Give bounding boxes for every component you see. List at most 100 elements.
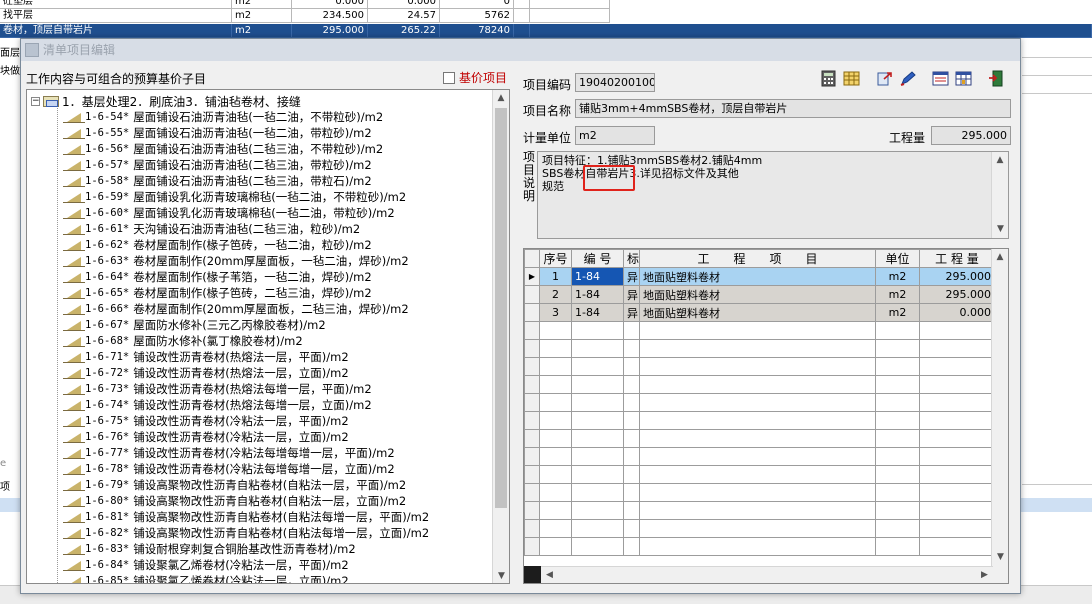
row-indicator-icon[interactable]: ▶ — [524, 267, 540, 286]
grid-cell[interactable] — [639, 339, 876, 358]
grid-cell[interactable] — [875, 357, 920, 376]
grid-cell-qty[interactable]: 295.000 — [919, 285, 995, 304]
grid-cell[interactable] — [919, 465, 995, 484]
grid-horizontal-scrollbar[interactable]: ◀ ▶ — [541, 566, 993, 583]
grid-cell[interactable] — [919, 537, 995, 556]
grid-cell[interactable] — [539, 393, 572, 412]
column-header-seq[interactable]: 序号 — [539, 249, 572, 268]
grid-cell[interactable] — [539, 501, 572, 520]
grid-cell[interactable] — [623, 537, 640, 556]
grid-cell[interactable] — [571, 537, 624, 556]
grid-cell[interactable] — [571, 429, 624, 448]
grid-cell-flag[interactable]: 异 — [623, 303, 640, 322]
row-indicator[interactable] — [524, 429, 540, 448]
grid-cell[interactable] — [919, 375, 995, 394]
background-row-selected[interactable]: 卷材，顶层自带岩片 m2 295.000 265.22 78240 — [0, 24, 1092, 38]
scroll-up-icon[interactable]: ▲ — [992, 152, 1008, 169]
scroll-down-icon[interactable]: ▼ — [992, 549, 1008, 566]
grid-cell-unit[interactable]: m2 — [875, 267, 920, 286]
grid-cell[interactable] — [623, 483, 640, 502]
tree-item[interactable]: 1-6-64* 卷材屋面制作(椽子苇箔，一毡二油，焊砂)/m2 — [63, 269, 372, 285]
background-checkbox[interactable] — [514, 0, 530, 9]
grid-cell[interactable] — [571, 501, 624, 520]
grid-cell[interactable] — [639, 411, 876, 430]
scroll-up-icon[interactable]: ▲ — [493, 90, 509, 107]
row-indicator-icon[interactable] — [524, 303, 540, 322]
tree-item[interactable]: 1-6-74* 铺设改性沥青卷材(热熔法每增一层，立面)/m2 — [63, 397, 372, 413]
grid-empty-row[interactable] — [524, 411, 995, 430]
tree-item[interactable]: 1-6-61* 天沟铺设石油沥青油毡(二毡三油，粒砂)/m2 — [63, 221, 360, 237]
grid-cell[interactable] — [919, 483, 995, 502]
grid-cell[interactable] — [539, 447, 572, 466]
grid-cell[interactable] — [571, 483, 624, 502]
grid-cell[interactable] — [571, 465, 624, 484]
tree-item[interactable]: 1-6-78* 铺设改性沥青卷材(冷粘法每增每增一层，立面)/m2 — [63, 461, 395, 477]
grid-empty-row[interactable] — [524, 429, 995, 448]
tree-item[interactable]: 1-6-82* 铺设高聚物改性沥青自粘卷材(自粘法每增一层，立面)/m2 — [63, 525, 429, 541]
budget-item-tree[interactable]: − 1．基层处理2．刷底油3．铺油毡卷材、接缝 1-6-54* 屋面铺设石油沥青油… — [26, 89, 510, 584]
grid-cell[interactable] — [639, 519, 876, 538]
grid-cell[interactable] — [875, 537, 920, 556]
grid-cell-item[interactable]: 地面贴塑料卷材 — [639, 303, 876, 322]
grid-cell[interactable] — [919, 519, 995, 538]
grid-cell[interactable] — [875, 501, 920, 520]
grid-cell[interactable] — [539, 357, 572, 376]
grid-empty-row[interactable] — [524, 519, 995, 538]
tree-item[interactable]: 1-6-77* 铺设改性沥青卷材(冷粘法每增每增一层，平面)/m2 — [63, 445, 395, 461]
grid-cell[interactable] — [571, 357, 624, 376]
grid-cell-qty[interactable]: 0.000 — [919, 303, 995, 322]
export-button[interactable] — [875, 69, 894, 88]
column-header-code[interactable]: 编 号 — [571, 249, 624, 268]
scroll-right-icon[interactable]: ▶ — [976, 567, 993, 583]
grid-cell[interactable] — [919, 411, 995, 430]
grid-cell[interactable] — [571, 393, 624, 412]
tree-item[interactable]: 1-6-84* 铺设聚氯乙烯卷材(冷粘法一层，平面)/m2 — [63, 557, 349, 573]
edit-pen-button[interactable] — [898, 69, 917, 88]
grid-row[interactable]: 3 1-84 异地面贴塑料卷材 m2 0.000 — [524, 303, 995, 322]
row-indicator[interactable] — [524, 375, 540, 394]
grid-cell[interactable] — [623, 501, 640, 520]
grid-empty-row[interactable] — [524, 393, 995, 412]
grid-cell[interactable] — [623, 465, 640, 484]
tree-item[interactable]: 1-6-66* 卷材屋面制作(20mm厚屋面板，二毡三油，焊砂)/m2 — [63, 301, 409, 317]
grid-cell[interactable] — [571, 321, 624, 340]
row-indicator[interactable] — [524, 357, 540, 376]
tree-item[interactable]: 1-6-75* 铺设改性沥青卷材(冷粘法一层，平面)/m2 — [63, 413, 349, 429]
grid-vertical-scrollbar[interactable]: ▲ ▼ — [991, 249, 1008, 583]
tree-item[interactable]: 1-6-72* 铺设改性沥青卷材(热熔法一层，立面)/m2 — [63, 365, 349, 381]
grid-cell[interactable] — [571, 375, 624, 394]
project-code-field[interactable]: 190402001001 — [575, 73, 655, 92]
grid-cell[interactable] — [919, 447, 995, 466]
grid-empty-row[interactable] — [524, 501, 995, 520]
grid-cell[interactable] — [539, 339, 572, 358]
project-name-field[interactable]: 铺贴3mm+4mmSBS卷材，顶层自带岩片 — [575, 99, 1011, 118]
tree-item[interactable]: 1-6-57* 屋面铺设石油沥青油毡(二毡三油，带粒砂)/m2 — [63, 157, 372, 173]
background-checkbox[interactable] — [514, 24, 530, 38]
grid-empty-row[interactable] — [524, 375, 995, 394]
background-row[interactable]: 找平层 m2 234.500 24.57 5762 — [0, 9, 1092, 23]
grid-cell[interactable] — [875, 375, 920, 394]
grid-cell[interactable] — [539, 519, 572, 538]
grid-cell[interactable] — [875, 393, 920, 412]
tree-item[interactable]: 1-6-80* 铺设高聚物改性沥青自粘卷材(自粘法一层，立面)/m2 — [63, 493, 406, 509]
grid-cell[interactable] — [875, 339, 920, 358]
column-header-qty[interactable]: 工 程 量 — [919, 249, 995, 268]
dialog-titlebar[interactable]: 清单项目编辑 — [21, 39, 1020, 61]
grid-row[interactable]: ▶ 1 1-84 异地面贴塑料卷材 m2 295.000 — [524, 267, 995, 286]
grid-row[interactable]: 2 1-84 异地面贴塑料卷材 m2 295.000 — [524, 285, 995, 304]
grid-cell[interactable] — [639, 429, 876, 448]
tree-item[interactable]: 1-6-67* 屋面防水修补(三元乙丙橡胶卷材)/m2 — [63, 317, 326, 333]
window-list-button[interactable] — [931, 69, 950, 88]
grid-cell[interactable] — [539, 483, 572, 502]
grid-cell[interactable] — [571, 447, 624, 466]
grid-cell[interactable] — [919, 501, 995, 520]
grid-cell[interactable] — [623, 393, 640, 412]
grid-cell[interactable] — [919, 321, 995, 340]
collapse-icon[interactable]: − — [31, 96, 40, 106]
tree-item[interactable]: 1-6-83* 铺设耐根穿刺复合铜胎基改性沥青卷材)/m2 — [63, 541, 356, 557]
quota-items-grid[interactable]: 序号 编 号 标 工 程 项 目 单位 工 程 量 ▶ 1 1-84 异地面贴塑料卷材… — [523, 248, 1009, 584]
grid-empty-row[interactable] — [524, 321, 995, 340]
grid-empty-row[interactable] — [524, 465, 995, 484]
tree-item[interactable]: 1-6-85* 铺设聚氯乙烯卷材(冷粘法一层，立面)/m2 — [67, 573, 349, 583]
grid-empty-row[interactable] — [524, 339, 995, 358]
